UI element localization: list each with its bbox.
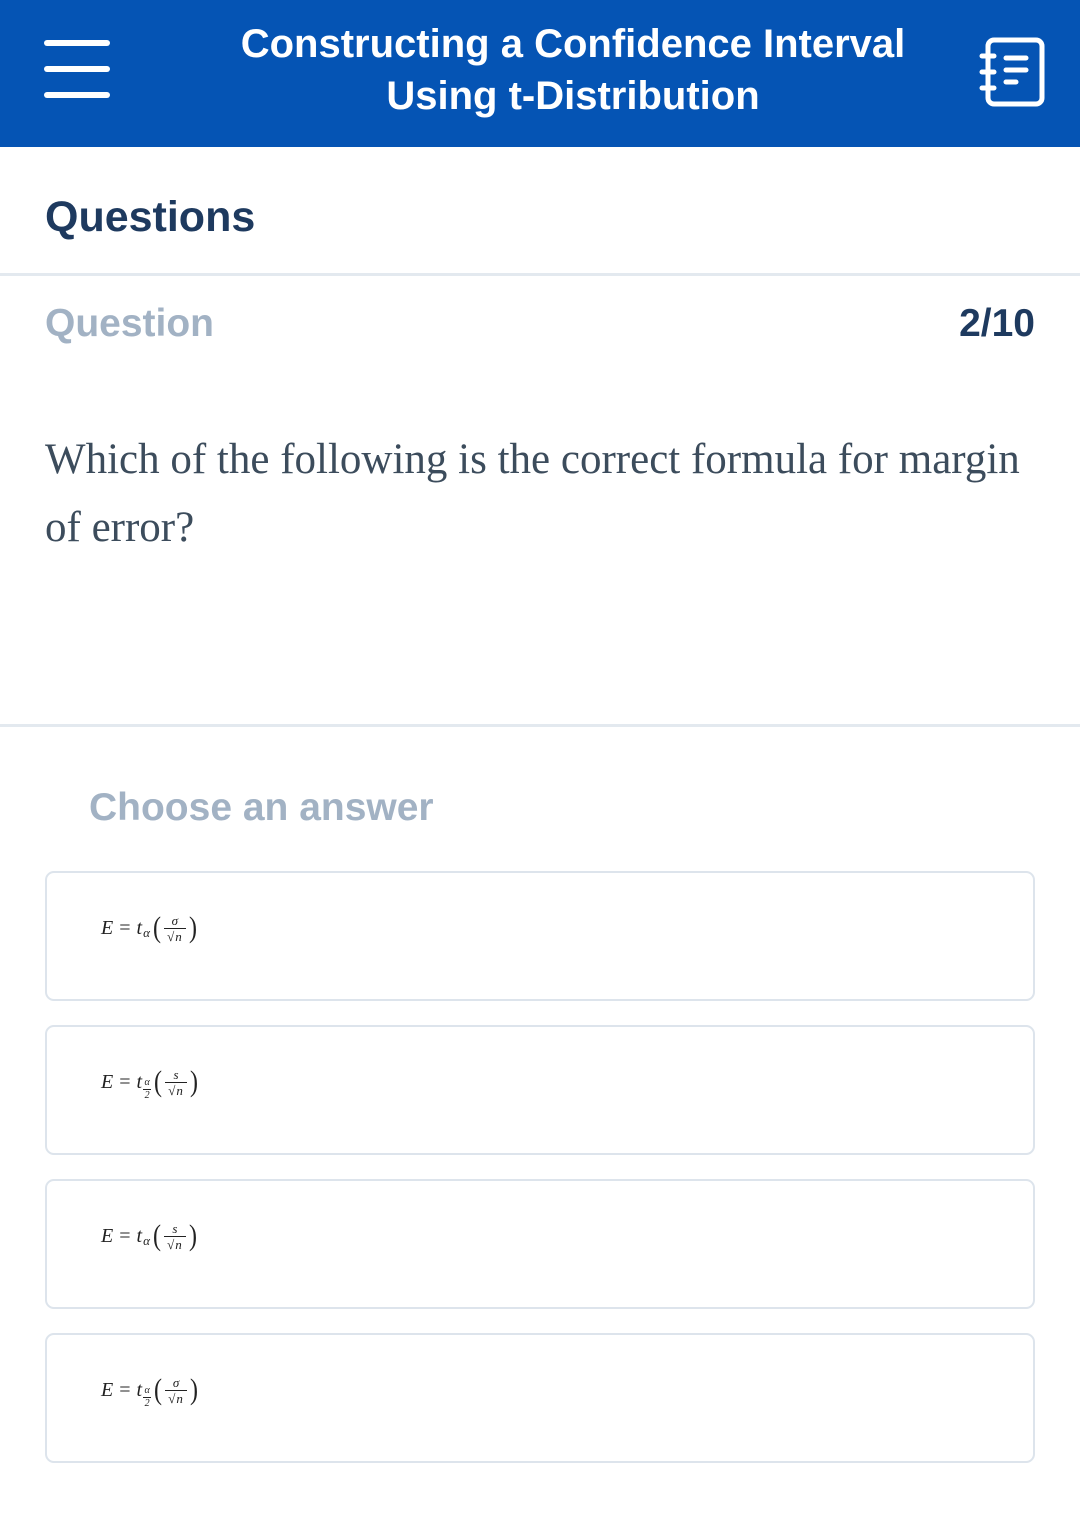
divider: [0, 273, 1080, 276]
formula-fraction: σ √n: [163, 912, 186, 944]
formula-fraction: s √n: [163, 1220, 186, 1252]
formula-equals: =: [119, 1224, 131, 1247]
formula-lhs: E: [101, 1224, 114, 1247]
left-paren: (: [152, 911, 161, 944]
radicand: n: [174, 1235, 183, 1252]
formula-lhs: E: [101, 916, 114, 939]
formula-equals: =: [119, 916, 131, 939]
answer-formula: E = t α 2(s √n): [101, 1065, 201, 1101]
answer-option-2[interactable]: E = t α 2(s √n): [45, 1025, 1035, 1155]
formula-subscript: α: [143, 1233, 150, 1248]
formula-subscript-fraction: α2: [143, 1076, 152, 1101]
formula-t: t: [136, 1224, 143, 1247]
lesson-title: Constructing a Confidence Interval Using…: [200, 18, 946, 122]
formula-t: t: [136, 1378, 143, 1401]
fraction-denominator: √n: [167, 1235, 183, 1252]
formula-lhs: E: [101, 1378, 114, 1401]
formula-lhs: E: [101, 1070, 114, 1093]
hamburger-menu-icon[interactable]: [44, 40, 110, 98]
lesson-title-line-2: Using t-Distribution: [386, 74, 760, 118]
question-label: Question: [45, 302, 215, 345]
fraction-denominator: √n: [167, 927, 183, 944]
divider: [0, 724, 1080, 727]
right-paren: ): [188, 911, 197, 944]
formula-equals: =: [119, 1070, 131, 1093]
formula-fraction: s √n: [165, 1066, 188, 1098]
radicand: n: [175, 1081, 184, 1098]
formula-equals: =: [119, 1378, 131, 1401]
subscript-numerator: α: [144, 1384, 150, 1396]
fraction-numerator: s: [173, 1066, 179, 1082]
section-heading: Questions: [45, 193, 256, 241]
answer-formula: E = t α(s √n): [101, 1219, 200, 1252]
left-paren: (: [152, 1219, 161, 1252]
fraction-numerator: σ: [171, 912, 179, 928]
left-paren: (: [154, 1065, 163, 1098]
formula-subscript: α: [143, 925, 150, 940]
answer-option-3[interactable]: E = t α(s √n): [45, 1179, 1035, 1309]
fraction-denominator: √n: [168, 1389, 184, 1406]
formula-t: t: [136, 1070, 143, 1093]
answer-option-1[interactable]: E = t α(σ √n): [45, 871, 1035, 1001]
subscript-denominator: 2: [144, 1089, 150, 1101]
answer-formula: E = t α(σ √n): [101, 911, 200, 944]
lesson-title-line-1: Constructing a Confidence Interval: [240, 22, 906, 66]
answer-formula: E = t α 2(σ √n): [101, 1373, 201, 1409]
fraction-denominator: √n: [168, 1081, 184, 1098]
formula-t: t: [136, 916, 143, 939]
question-text: Which of the following is the correct fo…: [45, 436, 1020, 551]
fraction-numerator: σ: [172, 1374, 180, 1390]
radicand: n: [175, 1389, 184, 1406]
answer-option-4[interactable]: E = t α 2(σ √n): [45, 1333, 1035, 1463]
right-paren: ): [190, 1065, 199, 1098]
formula-fraction: σ √n: [165, 1374, 188, 1406]
question-counter: 2/10: [959, 302, 1035, 345]
subscript-denominator: 2: [144, 1397, 150, 1409]
fraction-numerator: s: [172, 1220, 178, 1236]
right-paren: ): [188, 1219, 197, 1252]
notebook-icon[interactable]: [978, 34, 1050, 110]
answer-prompt: Choose an answer: [89, 786, 434, 829]
radicand: n: [174, 927, 183, 944]
left-paren: (: [154, 1373, 163, 1406]
top-app-bar: Constructing a Confidence Interval Using…: [0, 0, 1080, 147]
subscript-numerator: α: [144, 1076, 150, 1088]
right-paren: ): [190, 1373, 199, 1406]
formula-subscript-fraction: α2: [143, 1384, 152, 1409]
